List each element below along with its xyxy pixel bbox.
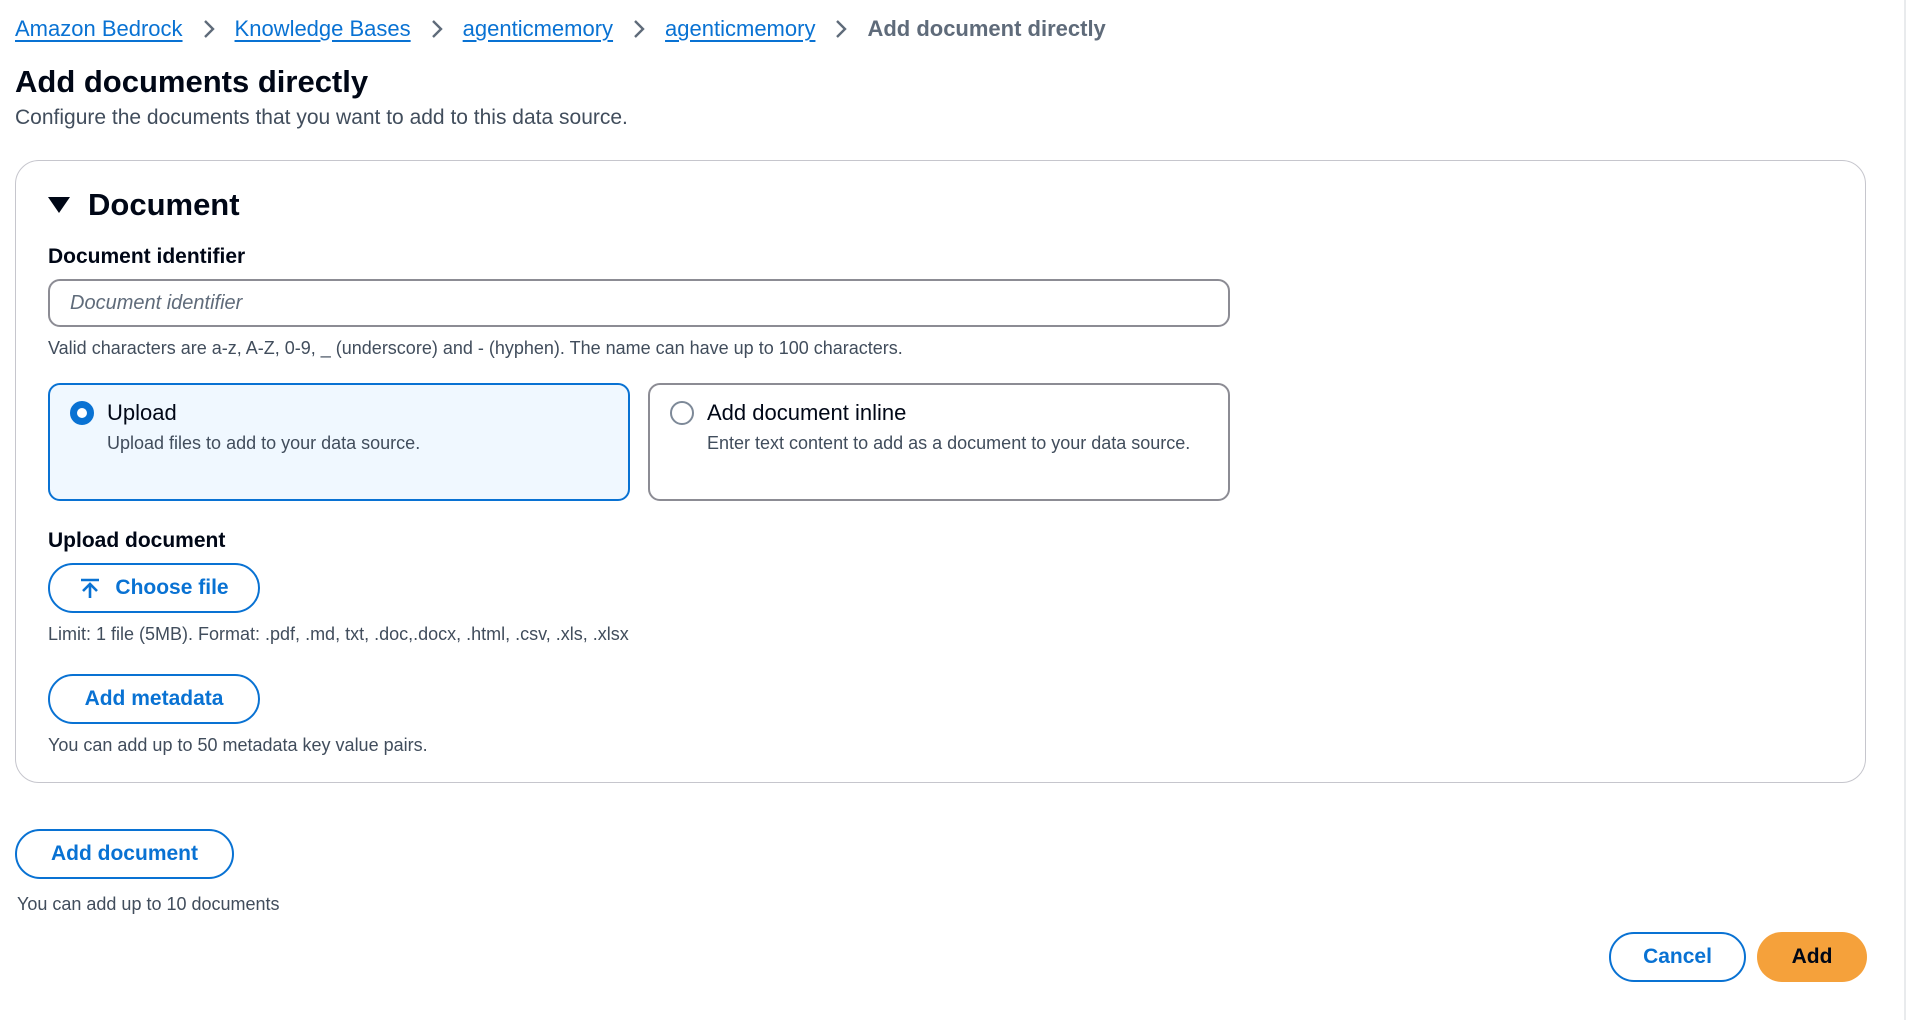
add-document-button[interactable]: Add document bbox=[15, 829, 234, 879]
chevron-right-icon bbox=[203, 19, 215, 39]
add-metadata-button[interactable]: Add metadata bbox=[48, 674, 260, 724]
page-title: Add documents directly bbox=[15, 64, 369, 99]
document-section-title: Document bbox=[88, 187, 240, 222]
chevron-right-icon bbox=[835, 19, 848, 39]
cancel-button[interactable]: Cancel bbox=[1609, 932, 1746, 982]
choose-file-label: Choose file bbox=[115, 576, 229, 599]
upload-option-description: Upload files to add to your data source. bbox=[107, 433, 421, 453]
breadcrumb-link-data-source[interactable]: agenticmemory bbox=[665, 16, 815, 42]
upload-limit-hint: Limit: 1 file (5MB). Format: .pdf, .md, … bbox=[48, 624, 629, 644]
metadata-hint: You can add up to 50 metadata key value … bbox=[48, 735, 428, 755]
upload-option-tile[interactable]: Upload Upload files to add to your data … bbox=[48, 383, 630, 501]
breadcrumb-current: Add document directly bbox=[867, 16, 1106, 41]
inline-option-tile[interactable]: Add document inline Enter text content t… bbox=[648, 383, 1230, 501]
upload-radio[interactable] bbox=[70, 401, 94, 425]
add-button[interactable]: Add bbox=[1757, 932, 1867, 982]
inline-option-title: Add document inline bbox=[707, 400, 907, 425]
document-container: Document Document identifier Valid chara… bbox=[15, 160, 1866, 783]
inline-radio[interactable] bbox=[670, 401, 694, 425]
upload-document-label: Upload document bbox=[48, 529, 226, 552]
breadcrumb-link-knowledge-base[interactable]: agenticmemory bbox=[463, 16, 613, 42]
document-identifier-input[interactable] bbox=[48, 279, 1230, 327]
breadcrumb: Amazon Bedrock Knowledge Bases agenticme… bbox=[15, 16, 1106, 42]
breadcrumb-link-amazon-bedrock[interactable]: Amazon Bedrock bbox=[15, 16, 183, 42]
breadcrumb-link-knowledge-bases[interactable]: Knowledge Bases bbox=[235, 16, 411, 42]
page-description: Configure the documents that you want to… bbox=[15, 106, 628, 129]
document-identifier-hint: Valid characters are a-z, A-Z, 0-9, _ (u… bbox=[48, 338, 903, 358]
upload-option-title: Upload bbox=[107, 400, 177, 425]
document-section-toggle[interactable]: Document bbox=[48, 187, 240, 223]
chevron-right-icon bbox=[431, 19, 443, 39]
choose-file-button[interactable]: Choose file bbox=[48, 563, 260, 613]
add-document-hint: You can add up to 10 documents bbox=[17, 894, 280, 914]
document-identifier-label: Document identifier bbox=[48, 245, 246, 268]
upload-icon bbox=[79, 577, 101, 599]
caret-down-icon bbox=[48, 197, 70, 213]
inline-option-description: Enter text content to add as a document … bbox=[707, 433, 1191, 453]
chevron-right-icon bbox=[633, 19, 645, 39]
